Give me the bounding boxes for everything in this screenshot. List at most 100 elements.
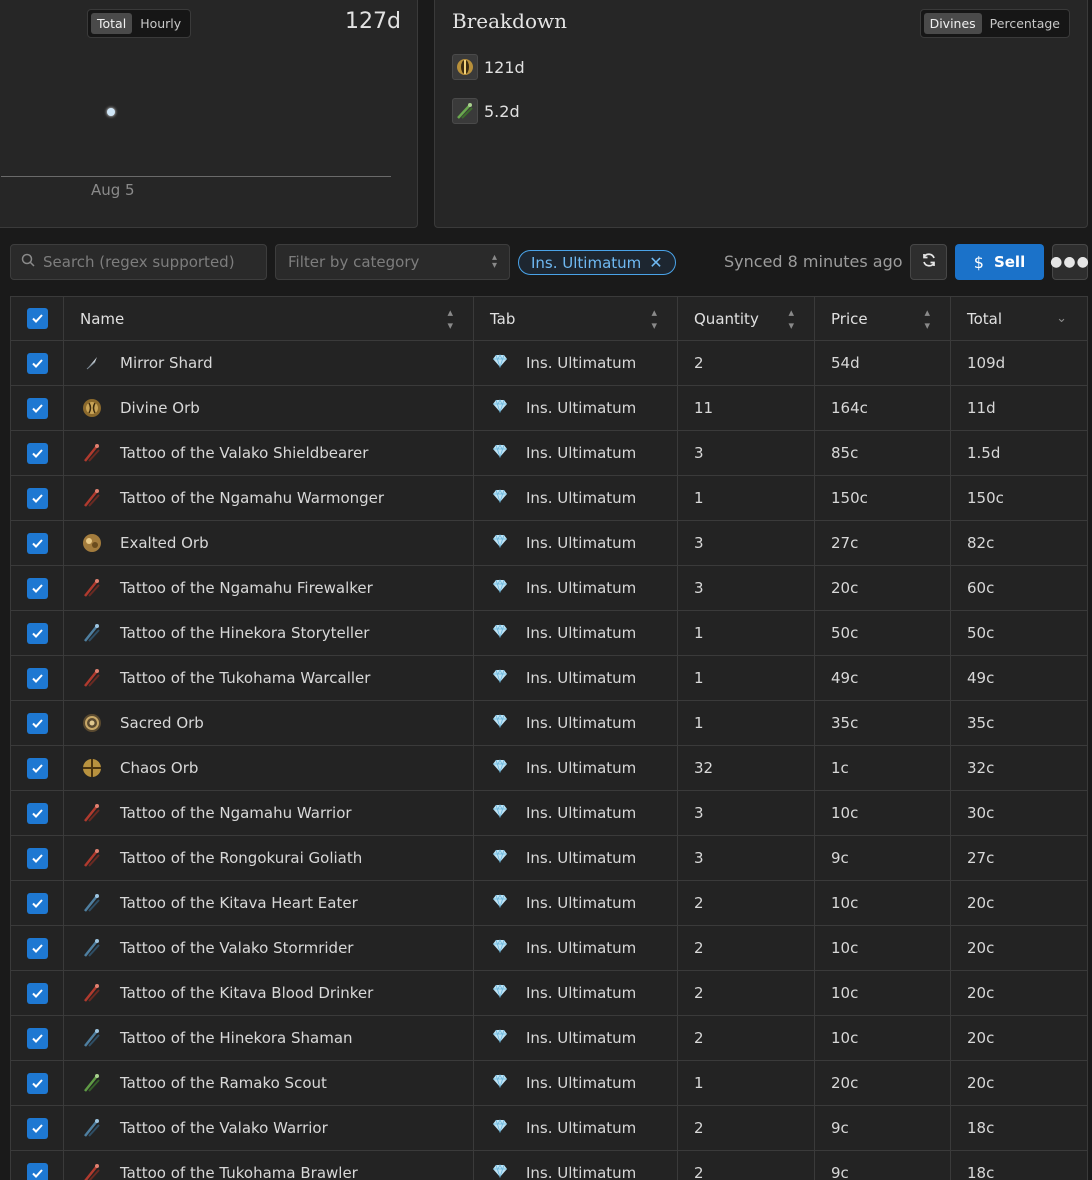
row-checkbox[interactable]: [26, 397, 48, 419]
table-row[interactable]: Tattoo of the Hinekora Shaman Ins. Ultima…: [11, 1016, 1087, 1061]
table-row[interactable]: Tattoo of the Valako Stormrider Ins. Ulti…: [11, 926, 1087, 971]
refresh-button[interactable]: [910, 244, 947, 280]
item-name: Tattoo of the Valako Shieldbearer: [120, 444, 369, 462]
tab-filter-chip[interactable]: Ins. Ultimatum ✕: [518, 250, 676, 275]
total-cell: 20c: [967, 984, 995, 1002]
chart-data-point[interactable]: [107, 108, 115, 116]
table-row[interactable]: Tattoo of the Tukohama Warcaller Ins. Ult…: [11, 656, 1087, 701]
table-row[interactable]: Tattoo of the Hinekora Storyteller Ins. U…: [11, 611, 1087, 656]
row-checkbox[interactable]: [26, 622, 48, 644]
stash-tab-icon: [492, 1164, 508, 1180]
table-row[interactable]: Chaos Orb Ins. Ultimatum 32 1c 32c: [11, 746, 1087, 791]
stash-tab-icon: [492, 534, 508, 552]
table-row[interactable]: Tattoo of the Valako Shieldbearer Ins. Ul…: [11, 431, 1087, 476]
item-name: Tattoo of the Valako Warrior: [120, 1119, 328, 1137]
stash-tab-icon: [492, 894, 508, 912]
table-body: Mirror Shard Ins. Ultimatum 2 54d 109d Divine…: [11, 341, 1087, 1180]
row-checkbox[interactable]: [26, 847, 48, 869]
quantity-cell: 1: [678, 1061, 815, 1105]
table-row[interactable]: Tattoo of the Valako Warrior Ins. Ultimat…: [11, 1106, 1087, 1151]
category-filter-select[interactable]: Filter by category ▴ ▾: [275, 244, 510, 280]
price-cell: 54d: [815, 341, 951, 385]
total-cell: 35c: [967, 714, 995, 732]
table-row[interactable]: Tattoo of the Ngamahu Warrior Ins. Ultima…: [11, 791, 1087, 836]
row-checkbox[interactable]: [26, 1027, 48, 1049]
table-row[interactable]: Divine Orb Ins. Ultimatum 11 164c 11d: [11, 386, 1087, 431]
row-checkbox[interactable]: [26, 577, 48, 599]
table-row[interactable]: Tattoo of the Tukohama Brawler Ins. Ultim…: [11, 1151, 1087, 1180]
tab-cell: Ins. Ultimatum: [474, 1151, 678, 1180]
stash-tab-icon: [492, 354, 508, 372]
row-checkbox[interactable]: [26, 352, 48, 374]
row-checkbox[interactable]: [26, 667, 48, 689]
select-arrows-icon: ▴ ▾: [491, 252, 497, 271]
search-placeholder: Search (regex supported): [43, 253, 235, 271]
name-cell: Tattoo of the Ramako Scout: [64, 1061, 474, 1105]
tattoo-blue-icon: [80, 891, 104, 915]
tab-cell: Ins. Ultimatum: [474, 1061, 678, 1105]
exalted-orb-icon: [80, 531, 104, 555]
column-header-quantity[interactable]: Quantity ▴ ▾: [678, 297, 815, 340]
row-checkbox[interactable]: [26, 937, 48, 959]
tattoo-red-icon: [80, 441, 104, 465]
sell-button[interactable]: $ Sell: [955, 244, 1044, 280]
item-name: Tattoo of the Ngamahu Firewalker: [120, 579, 373, 597]
table-header: Name ▴ ▾ Tab ▴ ▾ Quantity ▴ ▾ Price ▴ ▾ Tota…: [11, 297, 1087, 341]
quantity-cell: 3: [678, 431, 815, 475]
tab-cell: Ins. Ultimatum: [474, 386, 678, 430]
quantity-cell: 2: [678, 881, 815, 925]
toggle-divines[interactable]: Divines: [923, 13, 982, 34]
row-checkbox[interactable]: [26, 442, 48, 464]
more-options-button[interactable]: ●●●: [1050, 244, 1089, 280]
chart-x-axis: [1, 176, 391, 177]
column-header-tab[interactable]: Tab ▴ ▾: [474, 297, 678, 340]
row-checkbox[interactable]: [26, 1072, 48, 1094]
column-header-total[interactable]: Total ⌄: [951, 297, 1087, 340]
table-row[interactable]: Tattoo of the Kitava Heart Eater Ins. Ult…: [11, 881, 1087, 926]
stash-tab-icon: [492, 1119, 508, 1137]
breakdown-item: 121d: [452, 54, 525, 80]
item-name: Mirror Shard: [120, 354, 213, 372]
table-row[interactable]: Tattoo of the Rongokurai Goliath Ins. Ult…: [11, 836, 1087, 881]
table-row[interactable]: Exalted Orb Ins. Ultimatum 3 27c 82c: [11, 521, 1087, 566]
close-icon[interactable]: ✕: [649, 254, 662, 271]
total-cell: 109d: [967, 354, 1006, 372]
row-checkbox[interactable]: [26, 487, 48, 509]
chart-mode-toggle[interactable]: Total Hourly: [87, 9, 192, 38]
breakdown-mode-toggle[interactable]: Divines Percentage: [919, 9, 1070, 38]
toggle-hourly[interactable]: Hourly: [134, 13, 187, 34]
name-cell: Tattoo of the Ngamahu Firewalker: [64, 566, 474, 610]
table-row[interactable]: Tattoo of the Kitava Blood Drinker Ins. U…: [11, 971, 1087, 1016]
row-checkbox[interactable]: [26, 757, 48, 779]
table-row[interactable]: Tattoo of the Ngamahu Warmonger Ins. Ulti…: [11, 476, 1087, 521]
table-row[interactable]: Tattoo of the Ramako Scout Ins. Ultimatum…: [11, 1061, 1087, 1106]
row-checkbox[interactable]: [26, 532, 48, 554]
row-checkbox[interactable]: [26, 1162, 48, 1180]
tab-name: Ins. Ultimatum: [526, 444, 637, 462]
tattoo-red-icon: [80, 1161, 104, 1180]
breakdown-panel: Breakdown Divines Percentage 121d 5.2d: [434, 0, 1088, 228]
name-cell: Tattoo of the Valako Shieldbearer: [64, 431, 474, 475]
table-row[interactable]: Tattoo of the Ngamahu Firewalker Ins. Ult…: [11, 566, 1087, 611]
column-header-name[interactable]: Name ▴ ▾: [64, 297, 474, 340]
tattoo-blue-icon: [80, 621, 104, 645]
table-row[interactable]: Sacred Orb Ins. Ultimatum 1 35c 35c: [11, 701, 1087, 746]
row-checkbox[interactable]: [26, 802, 48, 824]
dollar-icon: $: [973, 252, 984, 272]
total-cell: 82c: [967, 534, 995, 552]
toggle-total[interactable]: Total: [91, 13, 133, 34]
name-cell: Tattoo of the Tukohama Brawler: [64, 1151, 474, 1180]
row-checkbox[interactable]: [26, 982, 48, 1004]
row-checkbox[interactable]: [26, 1117, 48, 1139]
total-cell: 30c: [967, 804, 995, 822]
toggle-percentage[interactable]: Percentage: [984, 13, 1066, 34]
column-header-price[interactable]: Price ▴ ▾: [815, 297, 951, 340]
search-input[interactable]: Search (regex supported): [10, 244, 267, 280]
row-checkbox[interactable]: [26, 712, 48, 734]
chip-label: Ins. Ultimatum: [531, 253, 642, 272]
price-cell: 10c: [815, 971, 951, 1015]
select-all-checkbox[interactable]: [26, 308, 48, 329]
price-cell: 9c: [815, 1151, 951, 1180]
table-row[interactable]: Mirror Shard Ins. Ultimatum 2 54d 109d: [11, 341, 1087, 386]
row-checkbox[interactable]: [26, 892, 48, 914]
